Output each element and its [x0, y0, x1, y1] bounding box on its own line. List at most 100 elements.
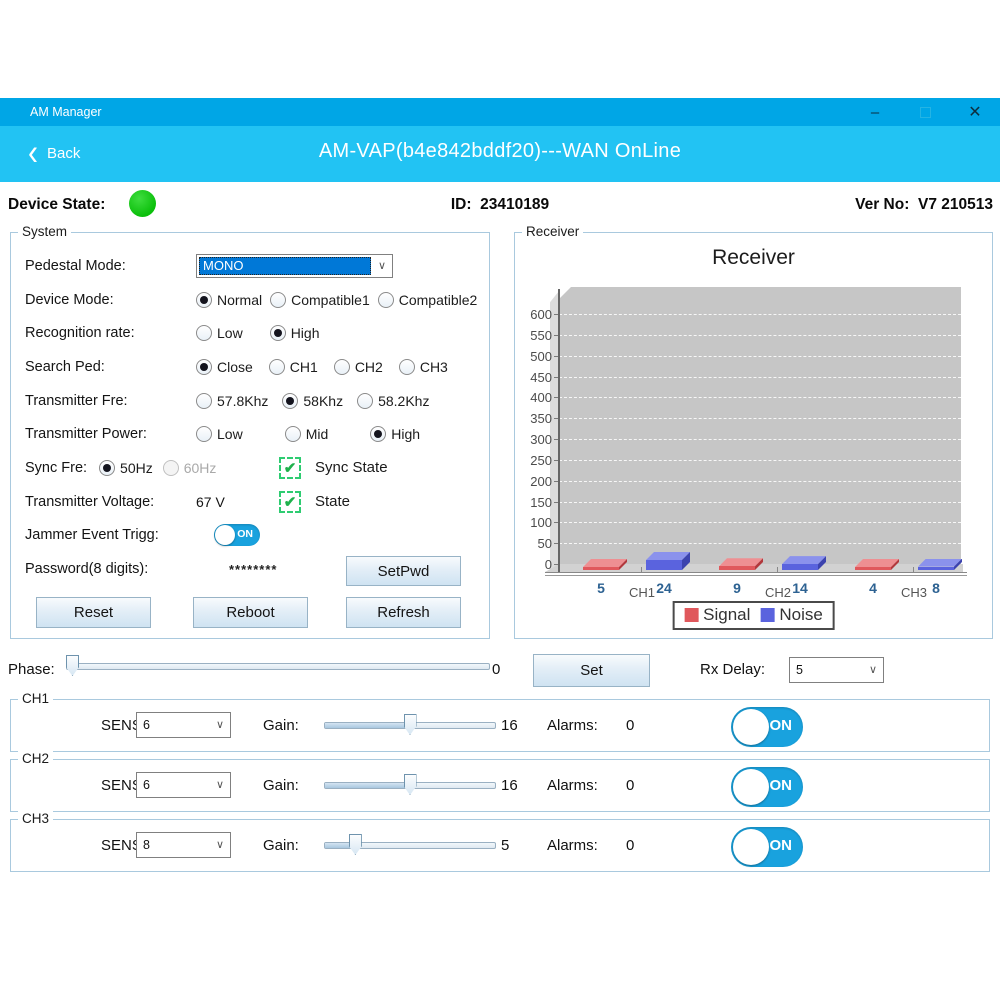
radio-icon[interactable]	[196, 292, 212, 308]
pedestal-mode-combobox[interactable]: MONO ∨	[196, 254, 393, 278]
ch3-on-toggle[interactable]: ON	[731, 827, 803, 867]
radio-ch2[interactable]: CH2	[334, 359, 383, 375]
radio-57-8khz[interactable]: 57.8Khz	[196, 393, 268, 409]
slider-thumb[interactable]	[66, 655, 79, 676]
maximize-button[interactable]	[900, 98, 950, 126]
radio-compatible2[interactable]: Compatible2	[378, 292, 478, 308]
radio-label: High	[391, 426, 420, 442]
y-axis-tick: 450	[515, 370, 552, 385]
y-axis-tick: 600	[515, 307, 552, 322]
ch2-group: CH2 SENS: 6 ∨ Gain: 16 Alarms: 0 ON	[10, 759, 990, 812]
ch2-gain-label: Gain:	[263, 777, 299, 794]
radio-compatible1[interactable]: Compatible1	[270, 292, 370, 308]
jammer-row: Jammer Event Trigg: ON	[11, 519, 489, 553]
ch3-sens-value: 8	[137, 838, 150, 852]
radio-icon[interactable]	[370, 426, 386, 442]
reset-button[interactable]: Reset	[36, 597, 151, 628]
radio-icon[interactable]	[270, 325, 286, 341]
password-value[interactable]: ********	[229, 562, 277, 577]
rx-delay-value: 5	[790, 663, 803, 677]
toggle-knob	[733, 829, 769, 865]
window-titlebar: AM Manager – ✕	[0, 98, 1000, 126]
radio-icon[interactable]	[196, 325, 212, 341]
ch2-on-toggle[interactable]: ON	[731, 767, 803, 807]
ch3-sens-combobox[interactable]: 8 ∨	[136, 832, 231, 858]
radio-low[interactable]: Low	[196, 325, 243, 341]
radio-label: CH1	[290, 359, 318, 375]
device-mode-label: Device Mode:	[25, 292, 196, 308]
radio-ch3[interactable]: CH3	[399, 359, 448, 375]
rx-delay-label: Rx Delay:	[700, 661, 765, 678]
legend-item: Signal	[684, 605, 750, 625]
state-checkbox[interactable]: ✔	[279, 491, 301, 513]
phase-slider[interactable]	[66, 655, 490, 677]
sync-state-checkbox[interactable]: ✔	[279, 457, 301, 479]
radio-icon[interactable]	[99, 460, 115, 476]
radio-low[interactable]: Low	[196, 426, 243, 442]
radio-mid[interactable]: Mid	[285, 426, 329, 442]
radio-58-2khz[interactable]: 58.2Khz	[357, 393, 429, 409]
radio-icon[interactable]	[399, 359, 415, 375]
radio-icon[interactable]	[270, 292, 286, 308]
radio-icon[interactable]	[282, 393, 298, 409]
transmitter-power-row: Transmitter Power: Low Mid High	[11, 417, 489, 451]
id-value: 23410189	[480, 196, 549, 213]
radio-icon[interactable]	[269, 359, 285, 375]
state-label: State	[315, 493, 350, 510]
ch1-sens-value: 6	[137, 718, 150, 732]
radio-normal[interactable]: Normal	[196, 292, 262, 308]
slider-thumb[interactable]	[404, 714, 417, 735]
app-header: ‹ Back AM-VAP(b4e842bddf20)---WAN OnLine	[0, 126, 1000, 182]
ch3-gain-slider[interactable]	[324, 834, 496, 856]
radio-icon[interactable]	[196, 359, 212, 375]
radio-icon[interactable]	[285, 426, 301, 442]
phase-label: Phase:	[8, 661, 55, 678]
refresh-button[interactable]: Refresh	[346, 597, 461, 628]
slider-thumb[interactable]	[404, 774, 417, 795]
radio-ch1[interactable]: CH1	[269, 359, 318, 375]
radio-high[interactable]: High	[370, 426, 420, 442]
ch2-sens-combobox[interactable]: 6 ∨	[136, 772, 231, 798]
radio-icon[interactable]	[334, 359, 350, 375]
radio-close[interactable]: Close	[196, 359, 253, 375]
ch1-on-toggle[interactable]: ON	[731, 707, 803, 747]
y-axis-tick: 350	[515, 411, 552, 426]
ch2-gain-slider[interactable]	[324, 774, 496, 796]
transmitter-voltage-row: Transmitter Voltage: 67 V ✔ State	[11, 485, 489, 519]
ch1-gain-slider[interactable]	[324, 714, 496, 736]
radio-icon[interactable]	[196, 393, 212, 409]
x-axis-category-label: CH2	[757, 585, 799, 600]
radio-label: Close	[217, 359, 253, 375]
slider-track	[66, 663, 490, 670]
receiver-chart: Receiver05010015020025030035040045050055…	[515, 233, 992, 638]
radio-icon[interactable]	[357, 393, 373, 409]
setpwd-button[interactable]: SetPwd	[346, 556, 461, 586]
radio-60hz: 60Hz	[163, 460, 217, 476]
minimize-button[interactable]: –	[850, 98, 900, 126]
jammer-label: Jammer Event Trigg:	[25, 527, 196, 543]
close-button[interactable]: ✕	[950, 98, 1000, 126]
radio-high[interactable]: High	[270, 325, 320, 341]
ch1-alarms-label: Alarms:	[547, 717, 598, 734]
recognition-rate-options: Low High	[196, 325, 319, 341]
radio-58khz[interactable]: 58Khz	[282, 393, 343, 409]
y-axis-tick: 200	[515, 474, 552, 489]
jammer-toggle[interactable]: ON	[214, 524, 260, 546]
sync-fre-options: 50Hz 60Hz	[99, 460, 216, 476]
radio-icon[interactable]	[378, 292, 394, 308]
slider-fill	[325, 783, 412, 788]
slider-thumb[interactable]	[349, 834, 362, 855]
ch3-group: CH3 SENS: 8 ∨ Gain: 5 Alarms: 0 ON	[10, 819, 990, 872]
transmitter-power-label: Transmitter Power:	[25, 426, 196, 442]
rx-delay-combobox[interactable]: 5 ∨	[789, 657, 884, 683]
legend-label: Signal	[703, 605, 750, 625]
y-axis-tick: 100	[515, 515, 552, 530]
radio-icon[interactable]	[196, 426, 212, 442]
radio-50hz[interactable]: 50Hz	[99, 460, 153, 476]
set-button[interactable]: Set	[533, 654, 650, 687]
chevron-down-icon: ∨	[216, 838, 224, 851]
pedestal-mode-row: Pedestal Mode: MONO ∨	[11, 249, 489, 283]
reboot-button[interactable]: Reboot	[193, 597, 308, 628]
ch1-sens-combobox[interactable]: 6 ∨	[136, 712, 231, 738]
radio-label: CH2	[355, 359, 383, 375]
